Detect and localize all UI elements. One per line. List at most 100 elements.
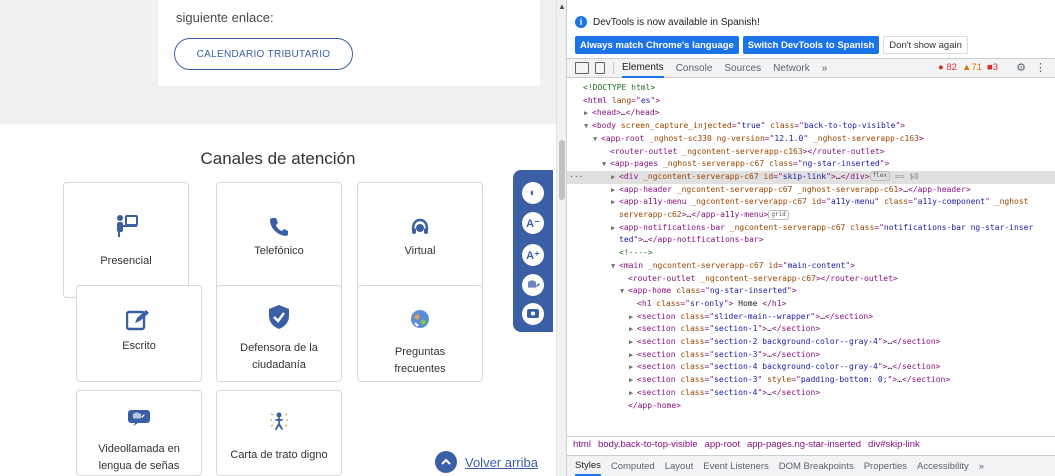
error-count[interactable]: ● 82 bbox=[938, 62, 957, 73]
page-scrollbar[interactable]: ▲ bbox=[556, 0, 566, 476]
bottom-tab[interactable]: Properties bbox=[864, 461, 907, 472]
expand-arrow-icon[interactable]: ▶ bbox=[584, 107, 592, 120]
issues-count[interactable]: ■3 bbox=[987, 62, 998, 73]
collapse-arrow-icon[interactable]: ▼ bbox=[584, 120, 592, 133]
dom-node-line[interactable]: ▶ <section class="section-1">…</section> bbox=[567, 323, 1055, 336]
card-videollamada[interactable]: Videollamada en lengua de señas bbox=[76, 390, 202, 476]
dom-node-line[interactable]: </app-home> bbox=[567, 400, 1055, 413]
selected-dom-node[interactable]: ··· ▶ <div _ngcontent-serverapp-c67 id="sk… bbox=[567, 170, 1055, 184]
bottom-tab[interactable]: Event Listeners bbox=[703, 461, 768, 472]
node-token: </section> bbox=[771, 387, 821, 397]
node-token: screen_capture_injected bbox=[620, 121, 732, 131]
collapse-arrow-icon[interactable]: ▼ bbox=[611, 260, 619, 273]
dom-node-line[interactable]: ▼ <main _ngcontent-serverapp-c67 id="main… bbox=[567, 260, 1055, 273]
tab-sources[interactable]: Sources bbox=[724, 63, 761, 74]
dom-node-line[interactable]: ▶ <app-notifications-bar _ngcontent-serve… bbox=[567, 222, 1055, 235]
calendario-tributario-button[interactable]: CALENDARIO TRIBUTARIO bbox=[174, 38, 353, 70]
expand-arrow-icon[interactable]: ▶ bbox=[611, 196, 619, 209]
bottom-tab[interactable]: DOM Breakpoints bbox=[779, 461, 854, 472]
layout-badge[interactable]: grid bbox=[768, 209, 789, 220]
dom-node-line[interactable]: <h1 class="sr-only"> Home </h1> bbox=[567, 298, 1055, 311]
card-virtual[interactable]: Virtual bbox=[357, 182, 483, 298]
bottom-tab[interactable]: Styles bbox=[575, 460, 601, 476]
expand-arrow-icon[interactable]: ▶ bbox=[629, 387, 637, 400]
expand-arrow-icon[interactable]: ▶ bbox=[611, 184, 619, 197]
card-defensora[interactable]: Defensora de la ciudadanía bbox=[216, 285, 342, 382]
node-token: _ngcontent-serverapp-c67 id bbox=[643, 171, 774, 181]
breadcrumb-item[interactable]: body.back-to-top-visible bbox=[598, 439, 698, 450]
switch-spanish-button[interactable]: Switch DevTools to Spanish bbox=[742, 36, 880, 54]
relevo-icon[interactable] bbox=[522, 303, 544, 325]
scrollbar-thumb[interactable] bbox=[559, 140, 565, 200]
warning-count[interactable]: ▲71 bbox=[962, 62, 982, 73]
expand-arrow-icon[interactable]: ▶ bbox=[611, 222, 619, 235]
dom-node-line[interactable]: serverapp-c62>…</app-a11y-menu> grid bbox=[567, 209, 1055, 222]
collapse-arrow-icon[interactable]: ▼ bbox=[602, 158, 610, 171]
scroll-up-arrow-icon[interactable]: ▲ bbox=[558, 2, 566, 11]
dom-node-line[interactable]: ▶ <section class="section-4">…</section> bbox=[567, 387, 1055, 400]
card-presencial[interactable]: Presencial bbox=[63, 182, 189, 298]
expand-arrow-icon[interactable]: ▶ bbox=[611, 171, 619, 184]
expand-arrow-icon[interactable]: ▶ bbox=[629, 323, 637, 336]
expand-arrow-icon[interactable]: ▶ bbox=[629, 361, 637, 374]
tab-network[interactable]: Network bbox=[773, 63, 810, 74]
expand-arrow-icon[interactable]: ▶ bbox=[629, 336, 637, 349]
dom-node-line[interactable]: ▶ <app-a11y-menu _ngcontent-serverapp-c67… bbox=[567, 196, 1055, 209]
gear-icon[interactable]: ⚙ bbox=[1016, 61, 1026, 74]
layout-badge[interactable]: flex bbox=[869, 171, 890, 182]
dom-node-line[interactable]: ▶ <section class="section-2 background-co… bbox=[567, 336, 1055, 349]
match-language-button[interactable]: Always match Chrome's language bbox=[575, 36, 739, 54]
breadcrumb-item[interactable]: div#skip-link bbox=[868, 439, 920, 450]
font-increase-icon[interactable]: A⁺ bbox=[522, 244, 544, 266]
bottom-tab[interactable]: Computed bbox=[611, 461, 655, 472]
tab-console[interactable]: Console bbox=[676, 63, 713, 74]
tab-elements[interactable]: Elements bbox=[622, 62, 664, 78]
issue-counters[interactable]: ● 82 ▲71 ■3 bbox=[938, 62, 998, 73]
collapse-arrow-icon[interactable]: ▼ bbox=[620, 285, 628, 298]
dom-node-line[interactable]: ted">…</app-notifications-bar> bbox=[567, 234, 1055, 247]
device-toolbar-icon[interactable] bbox=[595, 62, 605, 74]
expand-arrow-icon[interactable]: ▶ bbox=[629, 311, 637, 324]
dom-node-line[interactable]: ▼ <app-pages _nghost-serverapp-c67 class=… bbox=[567, 158, 1055, 171]
node-token: <h1 bbox=[637, 298, 657, 308]
dont-show-again-button[interactable]: Don't show again bbox=[883, 36, 968, 54]
bottom-tab[interactable]: » bbox=[979, 461, 984, 472]
dom-node-line[interactable]: ▶ <head>…</head> bbox=[567, 107, 1055, 120]
card-label: Telefónico bbox=[254, 245, 304, 257]
collapse-arrow-icon[interactable]: ▼ bbox=[593, 133, 601, 146]
dom-node-line[interactable]: ▼ <app-root _nghost-sc330 ng-version="12.… bbox=[567, 133, 1055, 146]
dom-node-line[interactable]: <router-outlet _ngcontent-serverapp-c163… bbox=[567, 146, 1055, 159]
dom-node-line[interactable]: ▶ <section class="slider-main--wrapper">…… bbox=[567, 311, 1055, 324]
card-telefonico[interactable]: Telefónico bbox=[216, 182, 342, 298]
dom-node-line[interactable]: <router-outlet _ngcontent-serverapp-c67>… bbox=[567, 273, 1055, 286]
dom-node-line[interactable]: ▼ <app-home class="ng-star-inserted"> bbox=[567, 285, 1055, 298]
card-preguntas[interactable]: Preguntas frecuentes bbox=[357, 285, 483, 382]
dom-node-line[interactable]: ▶ <section class="section-4 background-co… bbox=[567, 361, 1055, 374]
breadcrumb-item[interactable]: app-pages.ng-star-inserted bbox=[747, 439, 861, 450]
node-actions-dots[interactable]: ··· bbox=[569, 171, 583, 184]
more-tabs-button[interactable]: » bbox=[822, 63, 828, 74]
dom-node-line[interactable]: ▶ <section class="section-3" style="paddi… bbox=[567, 374, 1055, 387]
dom-node-line[interactable]: <html lang="es"> bbox=[567, 95, 1055, 108]
inspect-element-icon[interactable] bbox=[575, 62, 589, 74]
expand-arrow-icon[interactable]: ▶ bbox=[629, 374, 637, 387]
expand-arrow-icon[interactable]: ▶ bbox=[629, 349, 637, 362]
node-token: " bbox=[803, 133, 813, 143]
sign-language-icon[interactable] bbox=[522, 274, 544, 296]
volver-arriba-button[interactable]: Volver arriba bbox=[427, 448, 556, 476]
dom-node-line[interactable]: ▶ <app-header _ngcontent-serverapp-c67 _n… bbox=[567, 184, 1055, 197]
elements-tree[interactable]: <!DOCTYPE html> <html lang="es"> ▶ <head>…<… bbox=[567, 80, 1055, 432]
card-carta-trato-digno[interactable]: Carta de trato digno bbox=[216, 390, 342, 476]
kebab-menu-icon[interactable]: ⋮ bbox=[1035, 61, 1046, 74]
dom-node-line[interactable]: ▶ <section class="section-3">…</section> bbox=[567, 349, 1055, 362]
bottom-tab[interactable]: Layout bbox=[665, 461, 694, 472]
node-token: _ngcontent-serverapp-c67 class bbox=[729, 222, 875, 232]
bottom-tab[interactable]: Accessibility bbox=[917, 461, 969, 472]
contrast-icon[interactable]: ◐ bbox=[522, 182, 544, 204]
breadcrumb-item[interactable]: html bbox=[573, 439, 591, 450]
breadcrumb-item[interactable]: app-root bbox=[705, 439, 740, 450]
dom-node-line[interactable]: <!----> bbox=[567, 247, 1055, 260]
font-decrease-icon[interactable]: A⁻ bbox=[522, 212, 544, 234]
dom-node-line[interactable]: ▼ <body screen_capture_injected="true" cl… bbox=[567, 120, 1055, 133]
dom-node-line[interactable]: <!DOCTYPE html> bbox=[567, 82, 1055, 95]
